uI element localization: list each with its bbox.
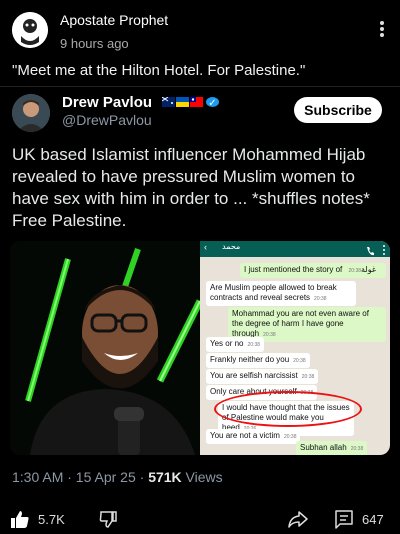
- photo-man-smiling: [10, 241, 200, 455]
- chat-message: Subhan allah 20:38: [296, 441, 368, 455]
- chat-message: I just mentioned the story of غولة20:38: [240, 263, 386, 278]
- taiwan-flag-icon: [190, 97, 203, 108]
- chat-header: ‹ محمد: [200, 241, 390, 257]
- like-button[interactable]: 5.7K: [10, 508, 65, 530]
- tweet-avatar[interactable]: [12, 94, 50, 132]
- comment-count: 647: [362, 511, 384, 527]
- tweet-views-count: 571K: [148, 469, 182, 485]
- tweet-views-label: Views: [181, 469, 223, 485]
- more-vertical-icon[interactable]: [376, 20, 388, 40]
- thumbs-down-icon: [98, 509, 118, 529]
- chat-more-icon: [382, 243, 386, 255]
- thumbs-up-icon: [10, 509, 30, 529]
- dislike-button[interactable]: [98, 508, 126, 530]
- like-count: 5.7K: [38, 511, 65, 527]
- tweet-meta: 1:30 AM · 15 Apr 25 · 571K Views: [12, 469, 223, 485]
- post-header: Apostate Prophet 9 hours ago: [10, 8, 390, 54]
- chat-message: You are selfish narcissist 20:38: [206, 369, 319, 384]
- share-button[interactable]: [288, 508, 316, 530]
- tweet-author-name[interactable]: Drew Pavlou: [62, 94, 152, 111]
- post-text: "Meet me at the Hilton Hotel. For Palest…: [12, 62, 306, 79]
- tweet-handle[interactable]: @DrewPavlou: [62, 112, 152, 128]
- action-bar: 5.7K 647: [0, 500, 400, 534]
- chat-message: Are Muslim people allowed to break contr…: [206, 281, 356, 306]
- chat-back-icon: ‹: [204, 242, 207, 252]
- comments-button[interactable]: 647: [334, 508, 384, 530]
- verified-badge-icon: ✓: [206, 97, 219, 109]
- australia-flag-icon: [161, 96, 175, 108]
- tweet-timestamp: 1:30 AM · 15 Apr 25 ·: [12, 469, 149, 485]
- divider: [0, 86, 400, 87]
- share-icon: [288, 509, 308, 529]
- phone-icon: [366, 243, 374, 256]
- subscribe-button[interactable]: Subscribe: [294, 97, 382, 123]
- avatar[interactable]: [12, 12, 48, 48]
- chat-message: Frankly neither do you 20:38: [206, 353, 310, 368]
- tweet-header: Drew Pavlou ✓ @DrewPavlou Subscribe: [10, 92, 390, 136]
- flag-icons: ✓: [161, 96, 220, 109]
- chat-message: Yes or no 20:38: [206, 337, 265, 352]
- ukraine-flag-icon: [176, 97, 189, 108]
- highlight-circle: [214, 391, 362, 427]
- comment-icon: [334, 509, 354, 529]
- tweet-body: UK based Islamist influencer Mohammed Hi…: [12, 145, 370, 230]
- post-timestamp: 9 hours ago: [60, 36, 129, 51]
- tweet-media[interactable]: ‹ محمد I just mentioned the story of غول…: [10, 241, 390, 455]
- chat-message: You are not a victim 20:38: [206, 429, 301, 444]
- chat-screenshot: ‹ محمد I just mentioned the story of غول…: [200, 241, 390, 455]
- post-author[interactable]: Apostate Prophet: [60, 12, 168, 28]
- chat-title: محمد: [222, 242, 241, 251]
